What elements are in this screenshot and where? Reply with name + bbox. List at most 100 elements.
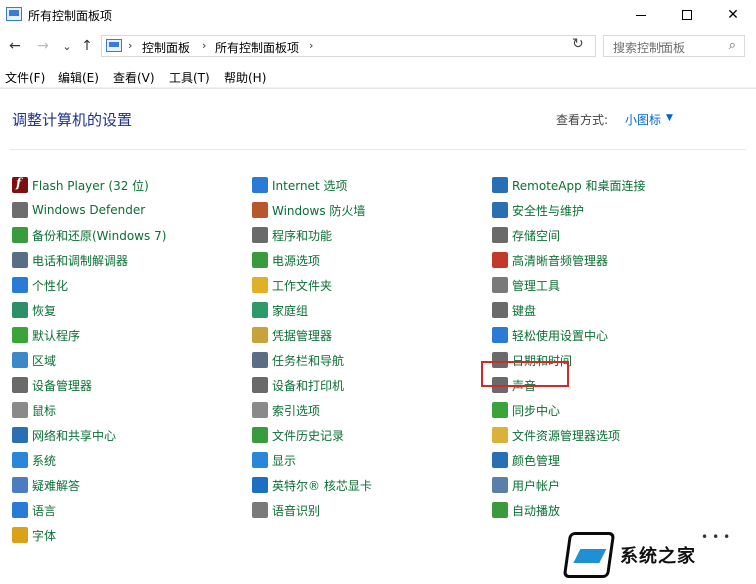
control-panel-item[interactable]: RemoteApp 和桌面连接 [492,175,646,195]
control-panel-item[interactable]: 管理工具 [492,275,560,295]
address-row: ← → ⌄ ↑ › 控制面板 › 所有控制面板项 › ⌄ ↻ 搜索控制面板 ⌕ [0,30,756,62]
control-panel-item[interactable]: 键盘 [492,300,536,320]
control-panel-item[interactable]: Internet 选项 [252,175,347,195]
breadcrumb-separator-icon[interactable]: › [128,39,132,52]
breadcrumb-separator-icon[interactable]: › [309,39,313,52]
maximize-icon [682,10,692,20]
back-button[interactable]: ← [6,37,24,55]
control-panel-item-label: 工作文件夹 [272,278,333,293]
control-panel-item[interactable]: Flash Player (32 位) [12,175,149,195]
watermark-dots: ••• [701,530,735,544]
recent-locations-button[interactable]: ⌄ [58,37,76,55]
control-panel-item[interactable]: Windows Defender [12,200,145,220]
menu-view[interactable]: 查看(V) [113,69,155,86]
control-panel-item-label: 系统 [32,453,57,468]
forward-button[interactable]: → [34,37,52,55]
device-manager-icon [12,377,28,393]
control-panel-item[interactable]: 工作文件夹 [252,275,332,295]
address-bar[interactable]: › 控制面板 › 所有控制面板项 › ⌄ [101,35,665,57]
control-panel-item[interactable]: 文件资源管理器选项 [492,425,620,445]
explorer-options-icon [492,427,508,443]
control-panel-item-label: 安全性与维护 [512,203,585,218]
control-panel-item[interactable]: 字体 [12,525,56,545]
control-panel-item[interactable]: 用户帐户 [492,475,560,495]
control-panel-item-label: Windows Defender [32,203,146,217]
search-icon[interactable]: ⌕ [729,38,736,53]
control-panel-item[interactable]: 颜色管理 [492,450,560,470]
watermark-logo-icon [562,532,616,578]
control-panel-item[interactable]: 区域 [12,350,56,370]
maximize-button[interactable] [664,0,710,30]
control-panel-item[interactable]: 个性化 [12,275,68,295]
control-panel-item[interactable]: 系统 [12,450,56,470]
control-panel-item[interactable]: 鼠标 [12,400,56,420]
control-panel-item[interactable]: 高清晰音频管理器 [492,250,608,270]
region-icon [12,352,28,368]
control-panel-item-label: 自动播放 [512,503,561,518]
control-panel-item[interactable]: 电话和调制解调器 [12,250,128,270]
close-button[interactable]: ✕ [710,0,756,30]
file-history-icon [252,427,268,443]
control-panel-item-label: 电话和调制解调器 [32,253,129,268]
chevron-down-icon[interactable]: ▼ [666,113,673,123]
watermark-text: 系统之家 [620,546,696,567]
menu-file[interactable]: 文件(F) [5,69,45,86]
control-panel-item[interactable]: 家庭组 [252,300,308,320]
admin-tools-icon [492,277,508,293]
firewall-icon [252,202,268,218]
control-panel-item[interactable]: 自动播放 [492,500,560,520]
control-panel-item[interactable]: 语音识别 [252,500,320,520]
control-panel-item[interactable]: 存储空间 [492,225,560,245]
menu-help[interactable]: 帮助(H) [224,69,266,86]
control-panel-item[interactable]: 同步中心 [492,400,560,420]
indexing-icon [252,402,268,418]
minimize-button[interactable] [618,0,664,30]
control-panel-item[interactable]: 英特尔® 核芯显卡 [252,475,372,495]
control-panel-item[interactable]: 备份和还原(Windows 7) [12,225,166,245]
control-panel-item[interactable]: Windows 防火墙 [252,200,365,220]
menu-tools[interactable]: 工具(T) [169,69,210,86]
control-panel-item-label: Flash Player (32 位) [32,178,149,193]
menu-edit[interactable]: 编辑(E) [58,69,99,86]
window-title: 所有控制面板项 [28,9,113,23]
control-panel-item-label: 用户帐户 [512,478,561,493]
default-programs-icon [12,327,28,343]
control-panel-item[interactable]: 恢复 [12,300,56,320]
view-by-dropdown[interactable]: 小图标 [625,111,661,128]
control-panel-item[interactable]: 设备和打印机 [252,375,344,395]
up-button[interactable]: ↑ [78,37,96,55]
control-panel-item[interactable]: 疑难解答 [12,475,80,495]
control-panel-item[interactable]: 程序和功能 [252,225,332,245]
control-panel-item[interactable]: 轻松使用设置中心 [492,325,608,345]
credential-icon [252,327,268,343]
chevron-down-icon: ⌄ [62,39,72,53]
breadcrumb-control-panel[interactable]: 控制面板 [142,39,190,56]
control-panel-item[interactable]: 电源选项 [252,250,320,270]
speech-icon [252,502,268,518]
control-panel-item[interactable]: 安全性与维护 [492,200,584,220]
control-panel-item-label: 设备管理器 [32,378,93,393]
control-panel-item[interactable]: 默认程序 [12,325,80,345]
storage-icon [492,227,508,243]
language-icon [12,502,28,518]
personalization-icon [12,277,28,293]
control-panel-item[interactable]: 显示 [252,450,296,470]
troubleshoot-icon [12,477,28,493]
forward-arrow-icon: → [37,38,49,54]
control-panel-item[interactable]: 任务栏和导航 [252,350,344,370]
control-panel-item[interactable]: 网络和共享中心 [12,425,116,445]
search-input[interactable]: 搜索控制面板 [613,39,685,56]
control-panel-icon [6,7,22,21]
control-panel-item[interactable]: 索引选项 [252,400,320,420]
control-panel-item[interactable]: 语言 [12,500,56,520]
breadcrumb-all-items[interactable]: 所有控制面板项 [215,39,299,56]
control-panel-item-label: 同步中心 [512,403,561,418]
refresh-icon[interactable]: ↻ [572,36,584,52]
search-box[interactable]: 搜索控制面板 ⌕ [603,35,745,57]
breadcrumb-separator-icon[interactable]: › [202,39,206,52]
user-accounts-icon [492,477,508,493]
control-panel-item[interactable]: 文件历史记录 [252,425,344,445]
phone-modem-icon [12,252,28,268]
control-panel-item[interactable]: 设备管理器 [12,375,92,395]
control-panel-item[interactable]: 凭据管理器 [252,325,332,345]
